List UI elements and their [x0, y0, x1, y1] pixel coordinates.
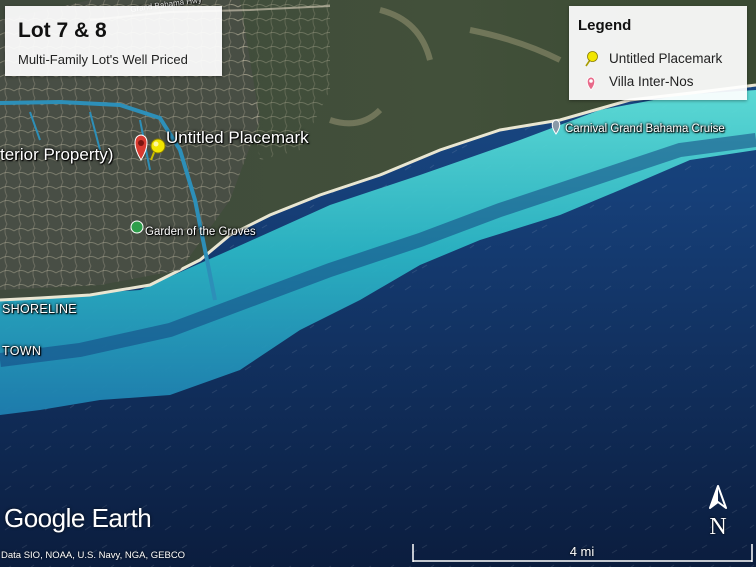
shoreline-label: SHORELINE [2, 302, 77, 316]
google-earth-logo: Google Earth [4, 503, 152, 533]
garden-label[interactable]: Garden of the Groves [145, 226, 256, 238]
north-label: N [709, 514, 727, 540]
scale-label: 4 mi [569, 544, 595, 559]
title-card-subtitle: Multi-Family Lot's Well Priced [18, 52, 188, 67]
garden-marker[interactable] [130, 220, 144, 234]
untitled-placemark-label[interactable]: Untitled Placemark [166, 128, 309, 148]
data-attribution: Data SIO, NOAA, U.S. Navy, NGA, GEBCO [1, 550, 186, 561]
scale-bar: 4 mi [412, 543, 752, 563]
pink-pin-icon [586, 76, 596, 91]
legend-panel: Legend Untitled Placemark Villa Inter-No… [569, 6, 747, 100]
town-label: TOWN [2, 344, 42, 358]
legend-item-label: Villa Inter-Nos [609, 74, 694, 89]
title-card-title: Lot 7 & 8 [18, 19, 107, 42]
north-arrow[interactable]: N [704, 484, 732, 542]
carnival-label[interactable]: Carnival Grand Bahama Cruise [565, 123, 725, 135]
title-card: Lot 7 & 8 Multi-Family Lot's Well Priced [5, 6, 222, 76]
legend-item-label: Untitled Placemark [609, 51, 723, 66]
north-arrow-icon [709, 485, 727, 509]
legend-heading: Legend [578, 17, 632, 34]
exterior-property-label[interactable]: terior Property) [0, 145, 113, 165]
yellow-pushpin-icon [585, 51, 598, 67]
